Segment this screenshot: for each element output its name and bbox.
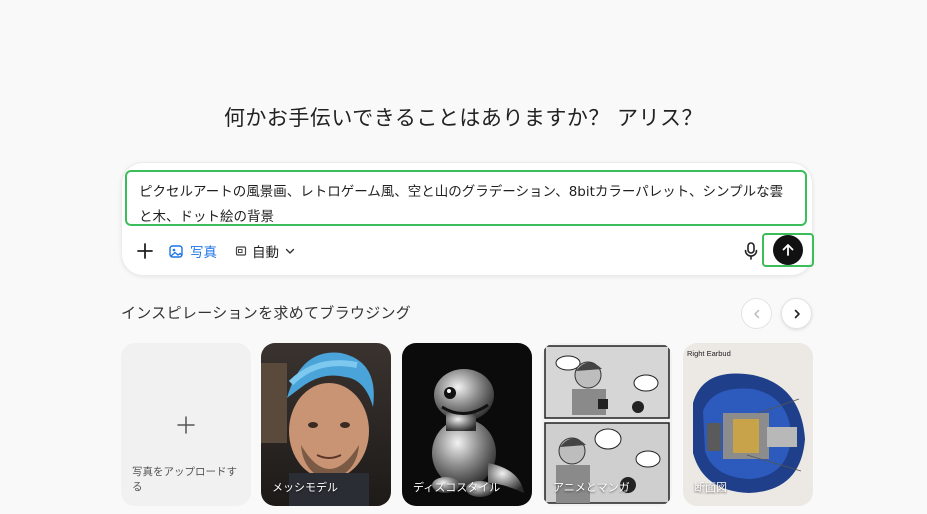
inspiration-title: インスピレーションを求めてブラウジング xyxy=(121,304,412,322)
chevron-down-icon xyxy=(285,248,295,254)
photo-label: 写真 xyxy=(190,245,217,261)
card-caption: アニメとマンガ xyxy=(553,481,630,494)
inspiration-card-anime-manga[interactable]: アニメとマンガ xyxy=(542,343,672,506)
photo-button[interactable]: 写真 xyxy=(168,239,217,263)
prompt-input[interactable]: ピクセルアートの風景画、レトロゲーム風、空と山のグラデーション、8bitカラーパ… xyxy=(125,170,807,226)
microphone-icon[interactable] xyxy=(740,240,762,262)
mode-dropdown[interactable]: 自動 xyxy=(235,239,296,263)
card-caption: 断面図 xyxy=(694,481,727,494)
card-caption: ディスコスタイル xyxy=(413,481,501,494)
plus-icon xyxy=(177,416,195,434)
image-icon xyxy=(169,244,183,258)
prompt-composer: ピクセルアートの風景画、レトロゲーム風、空と山のグラデーション、8bitカラーパ… xyxy=(121,162,814,276)
mode-label: 自動 xyxy=(252,245,279,261)
upload-photo-card[interactable]: 写真をアップロードする xyxy=(121,343,251,506)
composer-toolbar: 写真 自動 xyxy=(122,233,814,273)
chevron-right-icon xyxy=(794,309,800,318)
inspiration-cards: 写真をアップロードする メッシモデル ディスコスタイル アニメとマンガ Righ… xyxy=(121,343,813,506)
arrow-up-icon xyxy=(782,244,794,256)
card-caption: メッシモデル xyxy=(272,481,338,494)
carousel-prev-button[interactable] xyxy=(741,298,772,329)
inspiration-card-cross-section[interactable]: Right Earbud 断面図 xyxy=(683,343,813,506)
inspiration-card-messi-model[interactable]: メッシモデル xyxy=(261,343,391,506)
carousel-next-button[interactable] xyxy=(781,298,812,329)
plus-icon[interactable] xyxy=(134,240,156,262)
send-button-highlight xyxy=(762,233,814,267)
send-button[interactable] xyxy=(773,235,803,265)
earbud-overlay-label: Right Earbud xyxy=(687,349,731,358)
chevron-left-icon xyxy=(753,309,759,318)
upload-card-label: 写真をアップロードする xyxy=(132,466,237,493)
aspect-ratio-icon xyxy=(235,246,247,256)
inspiration-card-disco-style[interactable]: ディスコスタイル xyxy=(402,343,532,506)
greeting-title: 何かお手伝いできることはありますか？ アリス？ xyxy=(223,106,704,130)
